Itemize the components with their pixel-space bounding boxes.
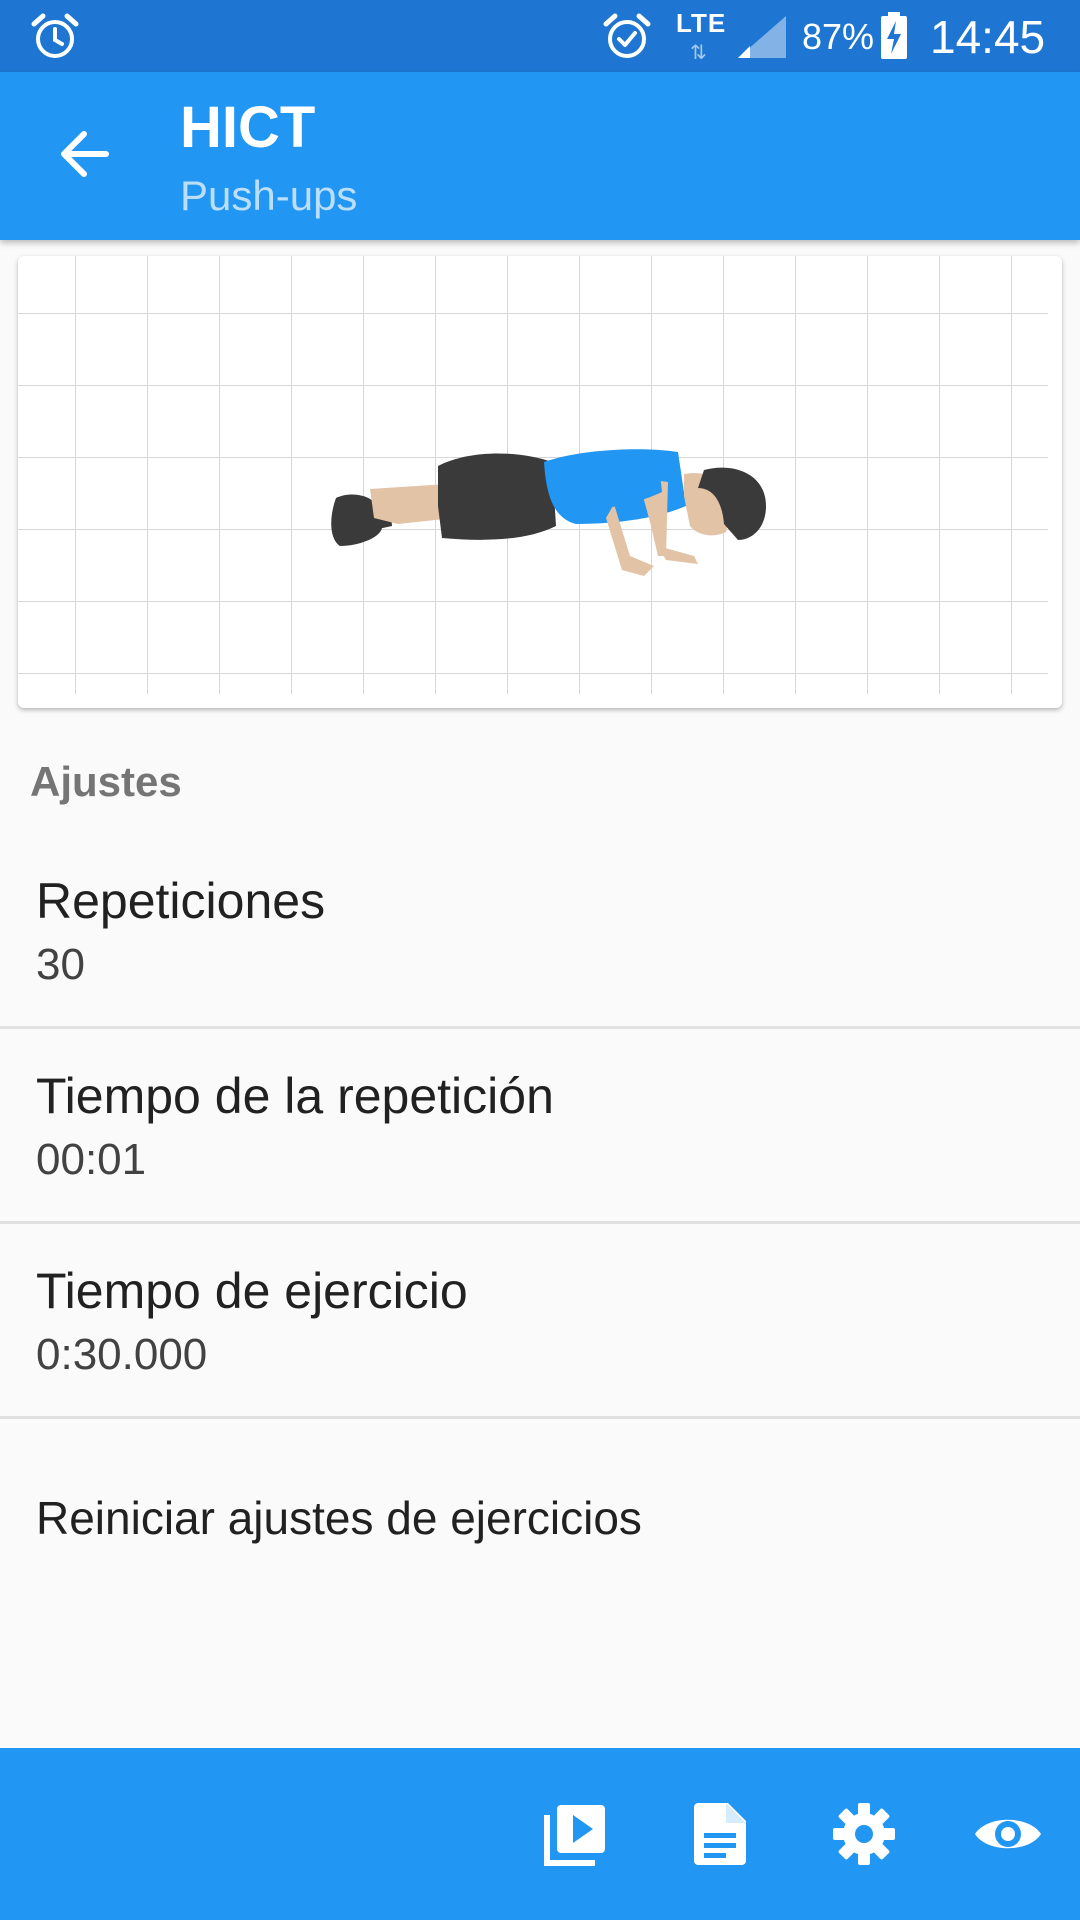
- back-button[interactable]: [44, 114, 124, 194]
- alarm-icon: [31, 13, 79, 58]
- app-title: HICT: [180, 95, 316, 160]
- video-library-button[interactable]: [534, 1792, 618, 1876]
- bottom-action-bar: [0, 1748, 1080, 1920]
- pref-title: Tiempo de ejercicio: [36, 1263, 468, 1319]
- pref-repetition-time[interactable]: Tiempo de la repetición 00:01: [0, 1029, 1080, 1221]
- preview-button[interactable]: [966, 1792, 1050, 1876]
- exercise-image-card: [18, 256, 1062, 708]
- app-subtitle: Push-ups: [180, 172, 358, 219]
- data-arrows-icon: ⇅: [690, 42, 707, 64]
- visibility-eye-icon: [975, 1819, 1041, 1849]
- signal-icon: [738, 16, 786, 58]
- app-bar: HICT Push-ups: [0, 72, 1080, 240]
- video-library-icon: [544, 1805, 605, 1866]
- exercise-illustration: [18, 256, 1048, 694]
- reset-settings-button[interactable]: Reiniciar ajustes de ejercicios: [0, 1419, 1080, 1619]
- battery-percent: 87%: [802, 16, 875, 57]
- pref-exercise-time[interactable]: Tiempo de ejercicio 0:30.000: [0, 1224, 1080, 1416]
- screen: LTE ⇅ 87% 14:45 HICT Push-ups Ajustes Re…: [0, 0, 1080, 1920]
- lte-icon: LTE ⇅: [676, 6, 730, 64]
- network-type: LTE: [676, 8, 727, 38]
- battery-charging-icon: [881, 12, 907, 59]
- alarm-check-icon: [603, 13, 651, 58]
- pref-value: 00:01: [36, 1135, 147, 1184]
- clock: 14:45: [930, 11, 1046, 63]
- section-header: Ajustes: [30, 758, 182, 805]
- pref-value: 0:30.000: [36, 1330, 208, 1379]
- pref-title: Repeticiones: [36, 873, 326, 929]
- pref-title: Tiempo de la repetición: [36, 1068, 554, 1124]
- arrow-back-icon: [61, 131, 109, 177]
- reset-label: Reiniciar ajustes de ejercicios: [36, 1492, 642, 1544]
- description-button[interactable]: [678, 1792, 762, 1876]
- settings-button[interactable]: [822, 1792, 906, 1876]
- description-icon: [694, 1803, 746, 1865]
- pref-repetitions[interactable]: Repeticiones 30: [0, 848, 1080, 1026]
- settings-gear-icon: [833, 1803, 895, 1865]
- status-bar: LTE ⇅ 87% 14:45: [0, 0, 1080, 72]
- pref-value: 30: [36, 940, 85, 989]
